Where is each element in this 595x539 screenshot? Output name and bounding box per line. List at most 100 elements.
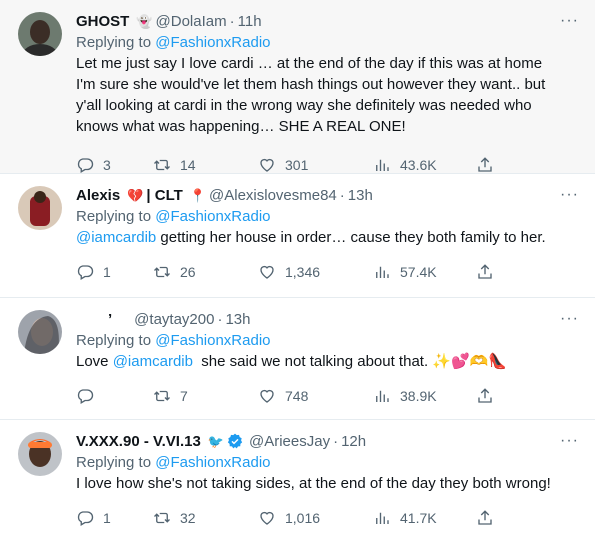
retweet-button[interactable]: 14 <box>153 156 258 174</box>
replying-to: Replying to @FashionxRadio <box>76 32 561 53</box>
tweet[interactable]: ’ @taytay200 · 13h Replying to @Fashionx… <box>0 298 595 420</box>
display-name[interactable]: GHOST <box>76 13 129 30</box>
user-handle[interactable]: @taytay200 <box>134 311 214 328</box>
reply-count: 1 <box>103 510 111 526</box>
like-button[interactable]: 1,346 <box>258 263 373 281</box>
tweet-text-body: she said we not talking about that. <box>192 353 433 370</box>
views-icon <box>376 390 389 402</box>
views-button[interactable]: 43.6K <box>373 156 476 174</box>
timestamp[interactable]: 13h <box>348 187 373 204</box>
retweet-count: 26 <box>180 264 196 280</box>
more-options-icon[interactable]: ··· <box>560 432 579 450</box>
reply-icon <box>77 511 94 526</box>
display-name[interactable]: ’ <box>108 311 112 328</box>
verified-badge-icon <box>227 433 243 450</box>
share-button[interactable] <box>476 156 503 174</box>
reply-button[interactable]: 3 <box>76 156 153 174</box>
like-icon <box>260 158 274 172</box>
avatar[interactable] <box>18 12 62 56</box>
user-handle[interactable]: @Alexislovesme84 <box>209 187 337 204</box>
tweet-content: V.XXX.90 - V.VI.13 🐦 @ArieesJay · 12h Re… <box>76 430 581 539</box>
user-handle[interactable]: @DolaIam <box>156 13 227 30</box>
broken-heart-icon: 💔 <box>127 187 144 203</box>
action-bar: 7 748 38.9K <box>76 376 561 416</box>
tweet-text: Let me just say I love cardi … at the en… <box>76 55 546 135</box>
tweet[interactable]: V.XXX.90 - V.VI.13 🐦 @ArieesJay · 12h Re… <box>0 420 595 539</box>
like-icon <box>260 265 274 279</box>
share-icon <box>478 157 492 172</box>
separator-dot: · <box>217 310 223 328</box>
share-icon <box>478 510 492 525</box>
display-name[interactable]: Alexis <box>76 187 120 204</box>
reply-feed: GHOST 👻 @DolaIam · 11h Replying to @Fash… <box>0 0 595 539</box>
views-button[interactable]: 57.4K <box>373 263 476 281</box>
retweet-count: 14 <box>180 157 196 173</box>
replying-mention-link[interactable]: @FashionxRadio <box>155 454 270 471</box>
avatar-column <box>18 184 66 297</box>
retweet-count: 7 <box>180 388 188 404</box>
views-icon <box>376 266 389 278</box>
reply-icon <box>77 389 94 404</box>
retweet-icon <box>154 390 170 402</box>
share-icon <box>478 264 492 279</box>
more-options-icon[interactable]: ··· <box>560 310 579 328</box>
like-button[interactable]: 748 <box>258 387 373 405</box>
timestamp[interactable]: 13h <box>225 311 250 328</box>
views-icon <box>376 159 389 171</box>
user-handle[interactable]: @ArieesJay <box>249 433 330 450</box>
avatar[interactable] <box>18 186 62 230</box>
share-icon <box>478 388 492 403</box>
pin-icon: 📍 <box>189 187 206 203</box>
tweet[interactable]: GHOST 👻 @DolaIam · 11h Replying to @Fash… <box>0 0 595 174</box>
mention-link[interactable]: @iamcardib <box>76 229 156 246</box>
views-icon <box>376 512 389 524</box>
tweet-header: Alexis 💔 | CLT 📍 @Alexislovesme84 · 13h <box>76 184 561 206</box>
emoji-group: ✨💕🫶👠 <box>432 353 508 370</box>
replying-label: Replying to <box>76 208 152 225</box>
separator-dot: · <box>333 432 339 450</box>
like-button[interactable]: 301 <box>258 156 373 174</box>
tweet[interactable]: Alexis 💔 | CLT 📍 @Alexislovesme84 · 13h … <box>0 174 595 298</box>
avatar[interactable] <box>18 432 62 476</box>
mention-link[interactable]: @iamcardib <box>113 353 193 370</box>
avatar-column <box>18 308 66 419</box>
views-count: 38.9K <box>400 388 437 404</box>
reply-icon <box>77 158 94 173</box>
tweet-header: GHOST 👻 @DolaIam · 11h <box>76 10 561 32</box>
more-options-icon[interactable]: ··· <box>560 12 579 30</box>
share-button[interactable] <box>476 263 503 281</box>
share-button[interactable] <box>476 509 503 527</box>
timestamp[interactable]: 11h <box>238 13 262 30</box>
views-button[interactable]: 38.9K <box>373 387 476 405</box>
like-button[interactable]: 1,016 <box>258 509 373 527</box>
avatar[interactable] <box>18 310 62 354</box>
more-options-icon[interactable]: ··· <box>560 186 579 204</box>
tweet-text-prefix: Love <box>76 353 113 370</box>
replying-mention-link[interactable]: @FashionxRadio <box>155 34 270 51</box>
retweet-icon <box>154 266 170 278</box>
replying-mention-link[interactable]: @FashionxRadio <box>155 332 270 349</box>
replying-label: Replying to <box>76 332 152 349</box>
reply-icon <box>77 265 94 280</box>
reply-button[interactable] <box>76 387 153 405</box>
reply-button[interactable]: 1 <box>76 509 153 527</box>
replying-to: Replying to @FashionxRadio <box>76 330 561 351</box>
views-count: 43.6K <box>400 157 437 173</box>
display-name[interactable]: V.XXX.90 - V.VI.13 <box>76 433 201 450</box>
like-count: 301 <box>285 157 309 173</box>
like-icon <box>260 511 274 525</box>
views-count: 57.4K <box>400 264 437 280</box>
reply-button[interactable]: 1 <box>76 263 153 281</box>
retweet-button[interactable]: 32 <box>153 509 258 527</box>
replying-to: Replying to @FashionxRadio <box>76 206 561 227</box>
retweet-button[interactable]: 7 <box>153 387 258 405</box>
timestamp[interactable]: 12h <box>341 433 366 450</box>
retweet-button[interactable]: 26 <box>153 263 258 281</box>
replying-mention-link[interactable]: @FashionxRadio <box>155 208 270 225</box>
views-button[interactable]: 41.7K <box>373 509 476 527</box>
reply-count: 3 <box>103 157 111 173</box>
separator-dot: · <box>229 12 235 30</box>
share-button[interactable] <box>476 387 503 405</box>
display-name-suffix: | CLT <box>146 186 183 204</box>
tweet-header: V.XXX.90 - V.VI.13 🐦 @ArieesJay · 12h <box>76 430 561 452</box>
